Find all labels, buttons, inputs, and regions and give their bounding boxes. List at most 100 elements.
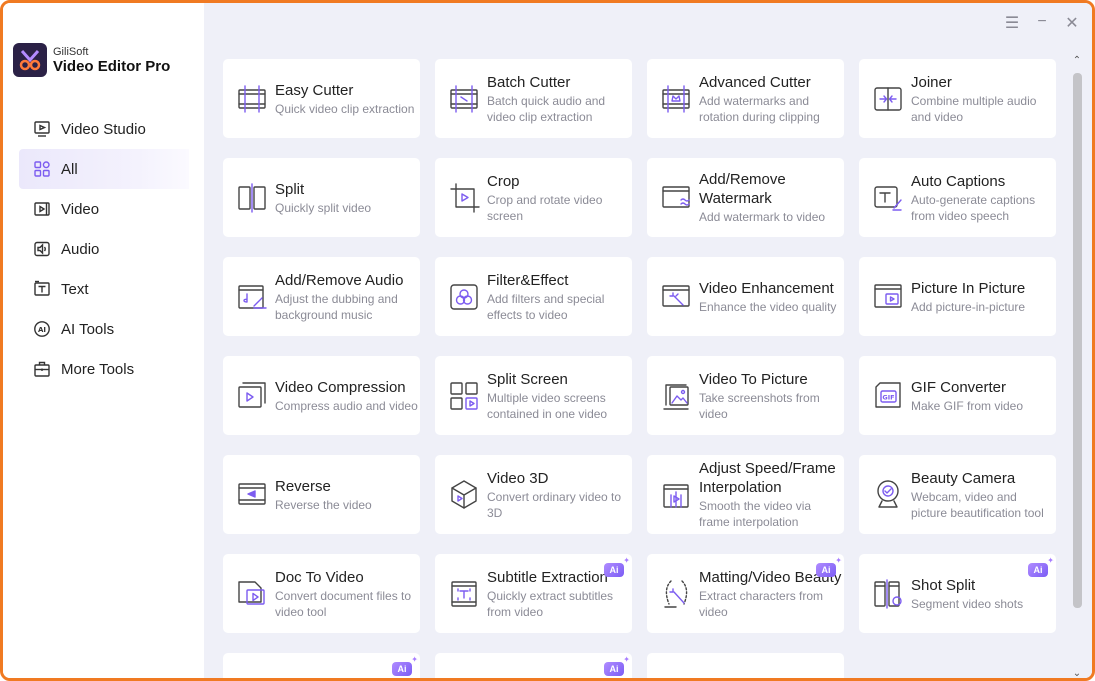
tool-title: GIF Converter <box>911 378 1007 396</box>
tool-title: Doc To Video <box>275 568 364 586</box>
tool-title: Adjust Speed/Frame Interpolation <box>699 460 836 496</box>
split-icon <box>235 181 269 215</box>
tool-title: Filter&Effect <box>487 271 569 289</box>
tool-card-crop[interactable]: Crop Crop and rotate video screen <box>435 158 632 237</box>
sidebar-item-video[interactable]: Video <box>19 189 189 229</box>
logo-mark-icon <box>13 43 47 77</box>
audio-icon <box>33 240 51 258</box>
tool-card-video-3d[interactable]: Video 3D Convert ordinary video to 3D <box>435 455 632 534</box>
video-icon <box>33 200 51 218</box>
ai-badge-icon: Ai <box>392 655 418 676</box>
tool-card-split-screen[interactable]: Split Screen Multiple video screens conta… <box>435 356 632 435</box>
sidebar-item-more-tools[interactable]: More Tools <box>19 349 189 389</box>
tool-title: Reverse <box>275 477 331 495</box>
tool-card-auto-captions[interactable]: Auto Captions Auto-generate captions from… <box>859 158 1056 237</box>
tool-title: Advanced Cutter <box>699 73 811 91</box>
tool-description: Batch quick audio and video clip extract… <box>487 93 606 124</box>
tool-description: Add picture-in-picture <box>911 299 1026 314</box>
tool-title: Batch Cutter <box>487 73 571 91</box>
tool-card-add-remove-audio[interactable]: Add/Remove Audio Adjust the dubbing and b… <box>223 257 420 336</box>
tool-title: Crop <box>487 172 520 190</box>
tool-card-beauty-camera[interactable]: Beauty Camera Webcam, video and picture b… <box>859 455 1056 534</box>
tool-card-picture-in-picture[interactable]: Picture In Picture Add picture-in-picture <box>859 257 1056 336</box>
split-screen-icon <box>447 379 481 413</box>
tool-description: Convert ordinary video to 3D <box>487 489 622 520</box>
scroll-up-icon[interactable]: ⌃ <box>1070 55 1084 66</box>
tool-card-subtitle-extraction[interactable]: Subtitle Extraction Quickly extract subti… <box>435 554 632 633</box>
tool-title: Add/Remove Audio <box>275 271 404 289</box>
text-icon <box>33 280 51 298</box>
tool-grid: Easy Cutter Quick video clip extraction Ba… <box>223 59 1056 678</box>
tool-card-batch-cutter[interactable]: Batch Cutter Batch quick audio and video … <box>435 59 632 138</box>
tool-card-gif-converter[interactable]: GIF GIF Converter Make GIF from video <box>859 356 1056 435</box>
sidebar-item-label: Audio <box>61 240 100 258</box>
tool-card-joiner[interactable]: Joiner Combine multiple audio and video <box>859 59 1056 138</box>
sidebar-item-label: AI Tools <box>61 320 115 338</box>
tool-description: Convert document files to video tool <box>275 588 412 619</box>
brand-title: Video Editor Pro <box>53 57 171 75</box>
tool-description: Enhance the video quality <box>699 299 837 314</box>
tool-card-reverse[interactable]: Reverse Reverse the video <box>223 455 420 534</box>
tool-card-filter-effect[interactable]: Filter&Effect Add filters and special eff… <box>435 257 632 336</box>
toolbox-icon <box>33 360 51 378</box>
menu-icon[interactable]: ☰ <box>1004 13 1020 33</box>
tool-card-doc-to-video[interactable]: Doc To Video Convert document files to vi… <box>223 554 420 633</box>
scrollbar[interactable]: ⌃ ⌄ <box>1070 55 1084 678</box>
matting-icon <box>659 577 693 611</box>
app-logo: GiliSoft Video Editor Pro <box>13 43 170 77</box>
ai-badge-icon: Ai <box>604 655 630 676</box>
sidebar-item-ai-tools[interactable]: AI AI Tools <box>19 309 189 349</box>
scroll-down-icon[interactable]: ⌄ <box>1070 668 1084 678</box>
tool-card-split[interactable]: Split Quickly split video <box>223 158 420 237</box>
tool-card-matting-video-beauty[interactable]: Matting/Video Beauty Extract characters f… <box>647 554 844 633</box>
sidebar-item-label: Video <box>61 200 100 218</box>
doc-video-icon <box>235 577 269 611</box>
tool-title: Split <box>275 180 305 198</box>
tool-description: Add watermarks and rotation during clipp… <box>699 93 820 124</box>
minimize-button[interactable]: − <box>1034 13 1050 33</box>
joiner-icon <box>871 82 905 116</box>
sidebar-item-text[interactable]: Text <box>19 269 189 309</box>
tool-description: Add filters and special effects to video <box>487 291 605 322</box>
sidebar-nav: Video Studio All Video Audio Text AI AI … <box>19 109 189 389</box>
pip-icon <box>871 280 905 314</box>
video-studio-icon <box>33 120 51 138</box>
filter-icon <box>447 280 481 314</box>
tool-card-partial[interactable]: Ai <box>223 653 420 678</box>
tool-title: Video 3D <box>487 469 549 487</box>
tool-card-partial[interactable]: Ai <box>435 653 632 678</box>
tool-description: Take screenshots from video <box>699 390 820 421</box>
tool-card-video-to-picture[interactable]: Video To Picture Take screenshots from vi… <box>647 356 844 435</box>
scroll-thumb[interactable] <box>1073 73 1082 608</box>
tool-card-video-compression[interactable]: Video Compression Compress audio and vide… <box>223 356 420 435</box>
tool-description: Adjust the dubbing and background music <box>275 291 398 322</box>
tool-card-easy-cutter[interactable]: Easy Cutter Quick video clip extraction <box>223 59 420 138</box>
tool-card-shot-split[interactable]: Shot Split Segment video shots Ai <box>859 554 1056 633</box>
ai-badge-icon: Ai <box>604 556 630 577</box>
tool-card-adjust-speed-frame-interpolation[interactable]: Adjust Speed/Frame Interpolation Smooth t… <box>647 455 844 534</box>
tool-title: Split Screen <box>487 370 568 388</box>
all-grid-icon <box>33 160 51 178</box>
sidebar-item-video-studio[interactable]: Video Studio <box>19 109 189 149</box>
tool-description: Auto-generate captions from video speech <box>911 192 1036 223</box>
tool-description: Quickly split video <box>275 200 372 215</box>
tool-title: Add/Remove Watermark <box>699 171 786 207</box>
sidebar-item-audio[interactable]: Audio <box>19 229 189 269</box>
tool-title: Easy Cutter <box>275 81 354 99</box>
tool-description: Combine multiple audio and video <box>911 93 1037 124</box>
close-button[interactable]: ✕ <box>1064 13 1080 33</box>
batch-cut-icon <box>447 82 481 116</box>
tool-card-add-remove-watermark[interactable]: Add/Remove Watermark Add watermark to vid… <box>647 158 844 237</box>
reverse-icon <box>235 478 269 512</box>
tool-card-advanced-cutter[interactable]: Advanced Cutter Add watermarks and rotati… <box>647 59 844 138</box>
tool-card-video-enhancement[interactable]: Video Enhancement Enhance the video quali… <box>647 257 844 336</box>
sidebar-item-all[interactable]: All <box>19 149 189 189</box>
tool-title: Shot Split <box>911 576 976 594</box>
tool-card-partial[interactable] <box>647 653 844 678</box>
webcam-icon <box>871 478 905 512</box>
audio-edit-icon <box>235 280 269 314</box>
enhance-icon <box>659 280 693 314</box>
advanced-cut-icon <box>659 82 693 116</box>
brand-small: GiliSoft <box>53 45 89 58</box>
sidebar-item-label: Video Studio <box>61 120 146 138</box>
